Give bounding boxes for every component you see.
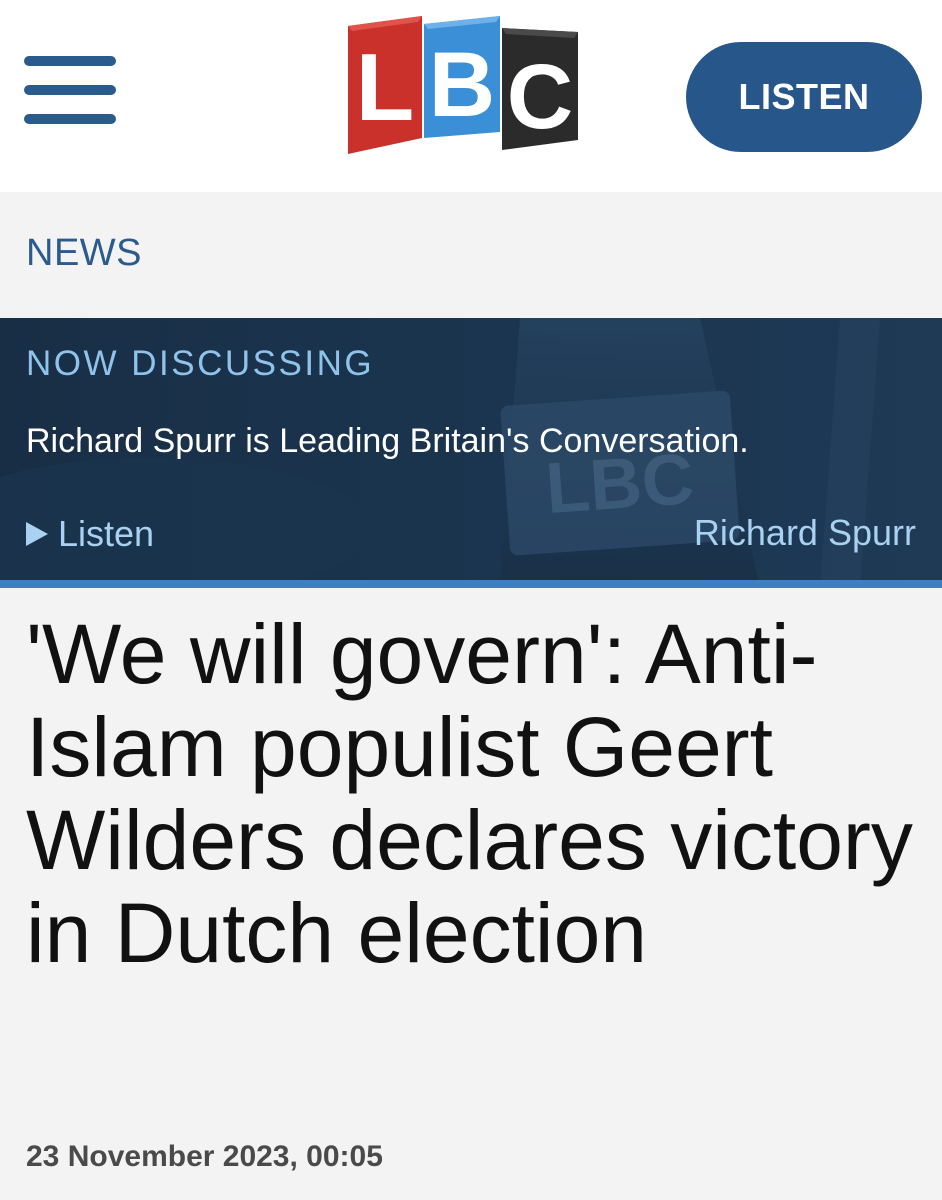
now-discussing-description: Richard Spurr is Leading Britain's Conve…: [26, 422, 749, 460]
now-listen-label: Listen: [58, 513, 155, 554]
now-discussing-panel: LBC NOW DISCUSSING Richard Spurr is Lead…: [0, 318, 942, 588]
lbc-logo[interactable]: L B C: [344, 16, 584, 158]
site-header: L B C LISTEN: [0, 0, 942, 192]
presenter-link[interactable]: Richard Spurr: [694, 512, 916, 554]
hamburger-menu-icon[interactable]: [24, 56, 116, 128]
logo-letter-b: B: [429, 34, 495, 136]
logo-letter-c: C: [507, 46, 573, 148]
now-discussing-title: NOW DISCUSSING: [26, 344, 375, 383]
logo-letter-l: L: [356, 34, 415, 141]
listen-button[interactable]: LISTEN: [686, 42, 922, 152]
article-headline: 'We will govern': Anti-Islam populist Ge…: [26, 607, 913, 980]
play-icon: [26, 522, 48, 546]
section-label[interactable]: NEWS: [26, 232, 142, 275]
now-listen-link[interactable]: Listen: [26, 512, 154, 556]
panel-accent-bar: [0, 580, 942, 588]
article-date: 23 November 2023, 00:05: [26, 1140, 383, 1173]
